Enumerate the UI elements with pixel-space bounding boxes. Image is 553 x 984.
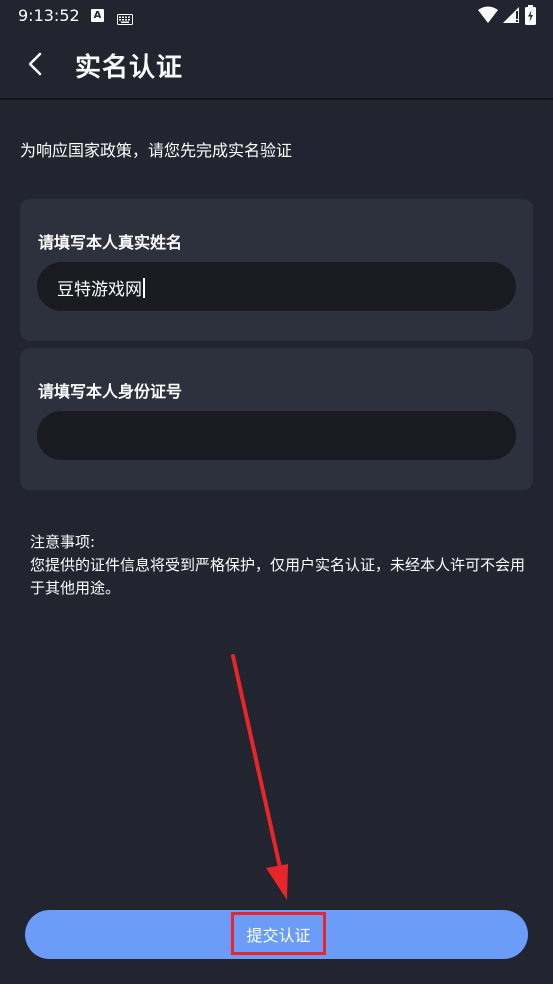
name-input-text: 豆特游戏网 xyxy=(57,280,142,300)
name-label: 请填写本人真实姓名 xyxy=(38,233,183,252)
signal-icon xyxy=(502,6,520,28)
header: 实名认证 xyxy=(0,32,553,98)
id-card: 请填写本人身份证号 xyxy=(20,348,533,490)
status-time: 9:13:52 xyxy=(18,6,80,25)
name-input[interactable]: 豆特游戏网 xyxy=(37,262,516,311)
a-notification-icon: A xyxy=(91,9,104,22)
notice-title: 注意事项: xyxy=(30,533,96,551)
status-bar: 9:13:52 A xyxy=(0,0,553,32)
text-caret xyxy=(143,278,145,298)
header-divider xyxy=(0,98,553,100)
wifi-icon xyxy=(478,6,498,28)
name-input-value: 豆特游戏网 xyxy=(57,275,145,300)
policy-text: 为响应国家政策，请您先完成实名验证 xyxy=(20,141,293,160)
arrow-annotation xyxy=(225,650,305,914)
submit-highlight-box: 提交认证 xyxy=(231,912,326,955)
notice-body: 您提供的证件信息将受到严格保护，仅用户实名认证，未经本人许可不会用于其他用途。 xyxy=(30,556,526,597)
screen: 9:13:52 A 实名认证 为响应国家政策，请您先完成实名验证 请填写本人真实… xyxy=(0,0,553,984)
submit-button[interactable]: 提交认证 xyxy=(25,910,528,959)
id-number-input[interactable] xyxy=(37,411,516,460)
battery-charging-icon xyxy=(525,5,536,29)
keyboard-icon xyxy=(117,10,133,29)
id-number-label: 请填写本人身份证号 xyxy=(38,382,183,401)
page-title: 实名认证 xyxy=(75,53,184,83)
chevron-left-icon xyxy=(28,52,42,76)
notice: 注意事项: 您提供的证件信息将受到严格保护，仅用户实名认证，未经本人许可不会用于… xyxy=(30,531,525,600)
name-card: 请填写本人真实姓名 豆特游戏网 xyxy=(20,199,533,341)
back-button[interactable] xyxy=(18,46,54,82)
submit-label: 提交认证 xyxy=(246,925,311,945)
